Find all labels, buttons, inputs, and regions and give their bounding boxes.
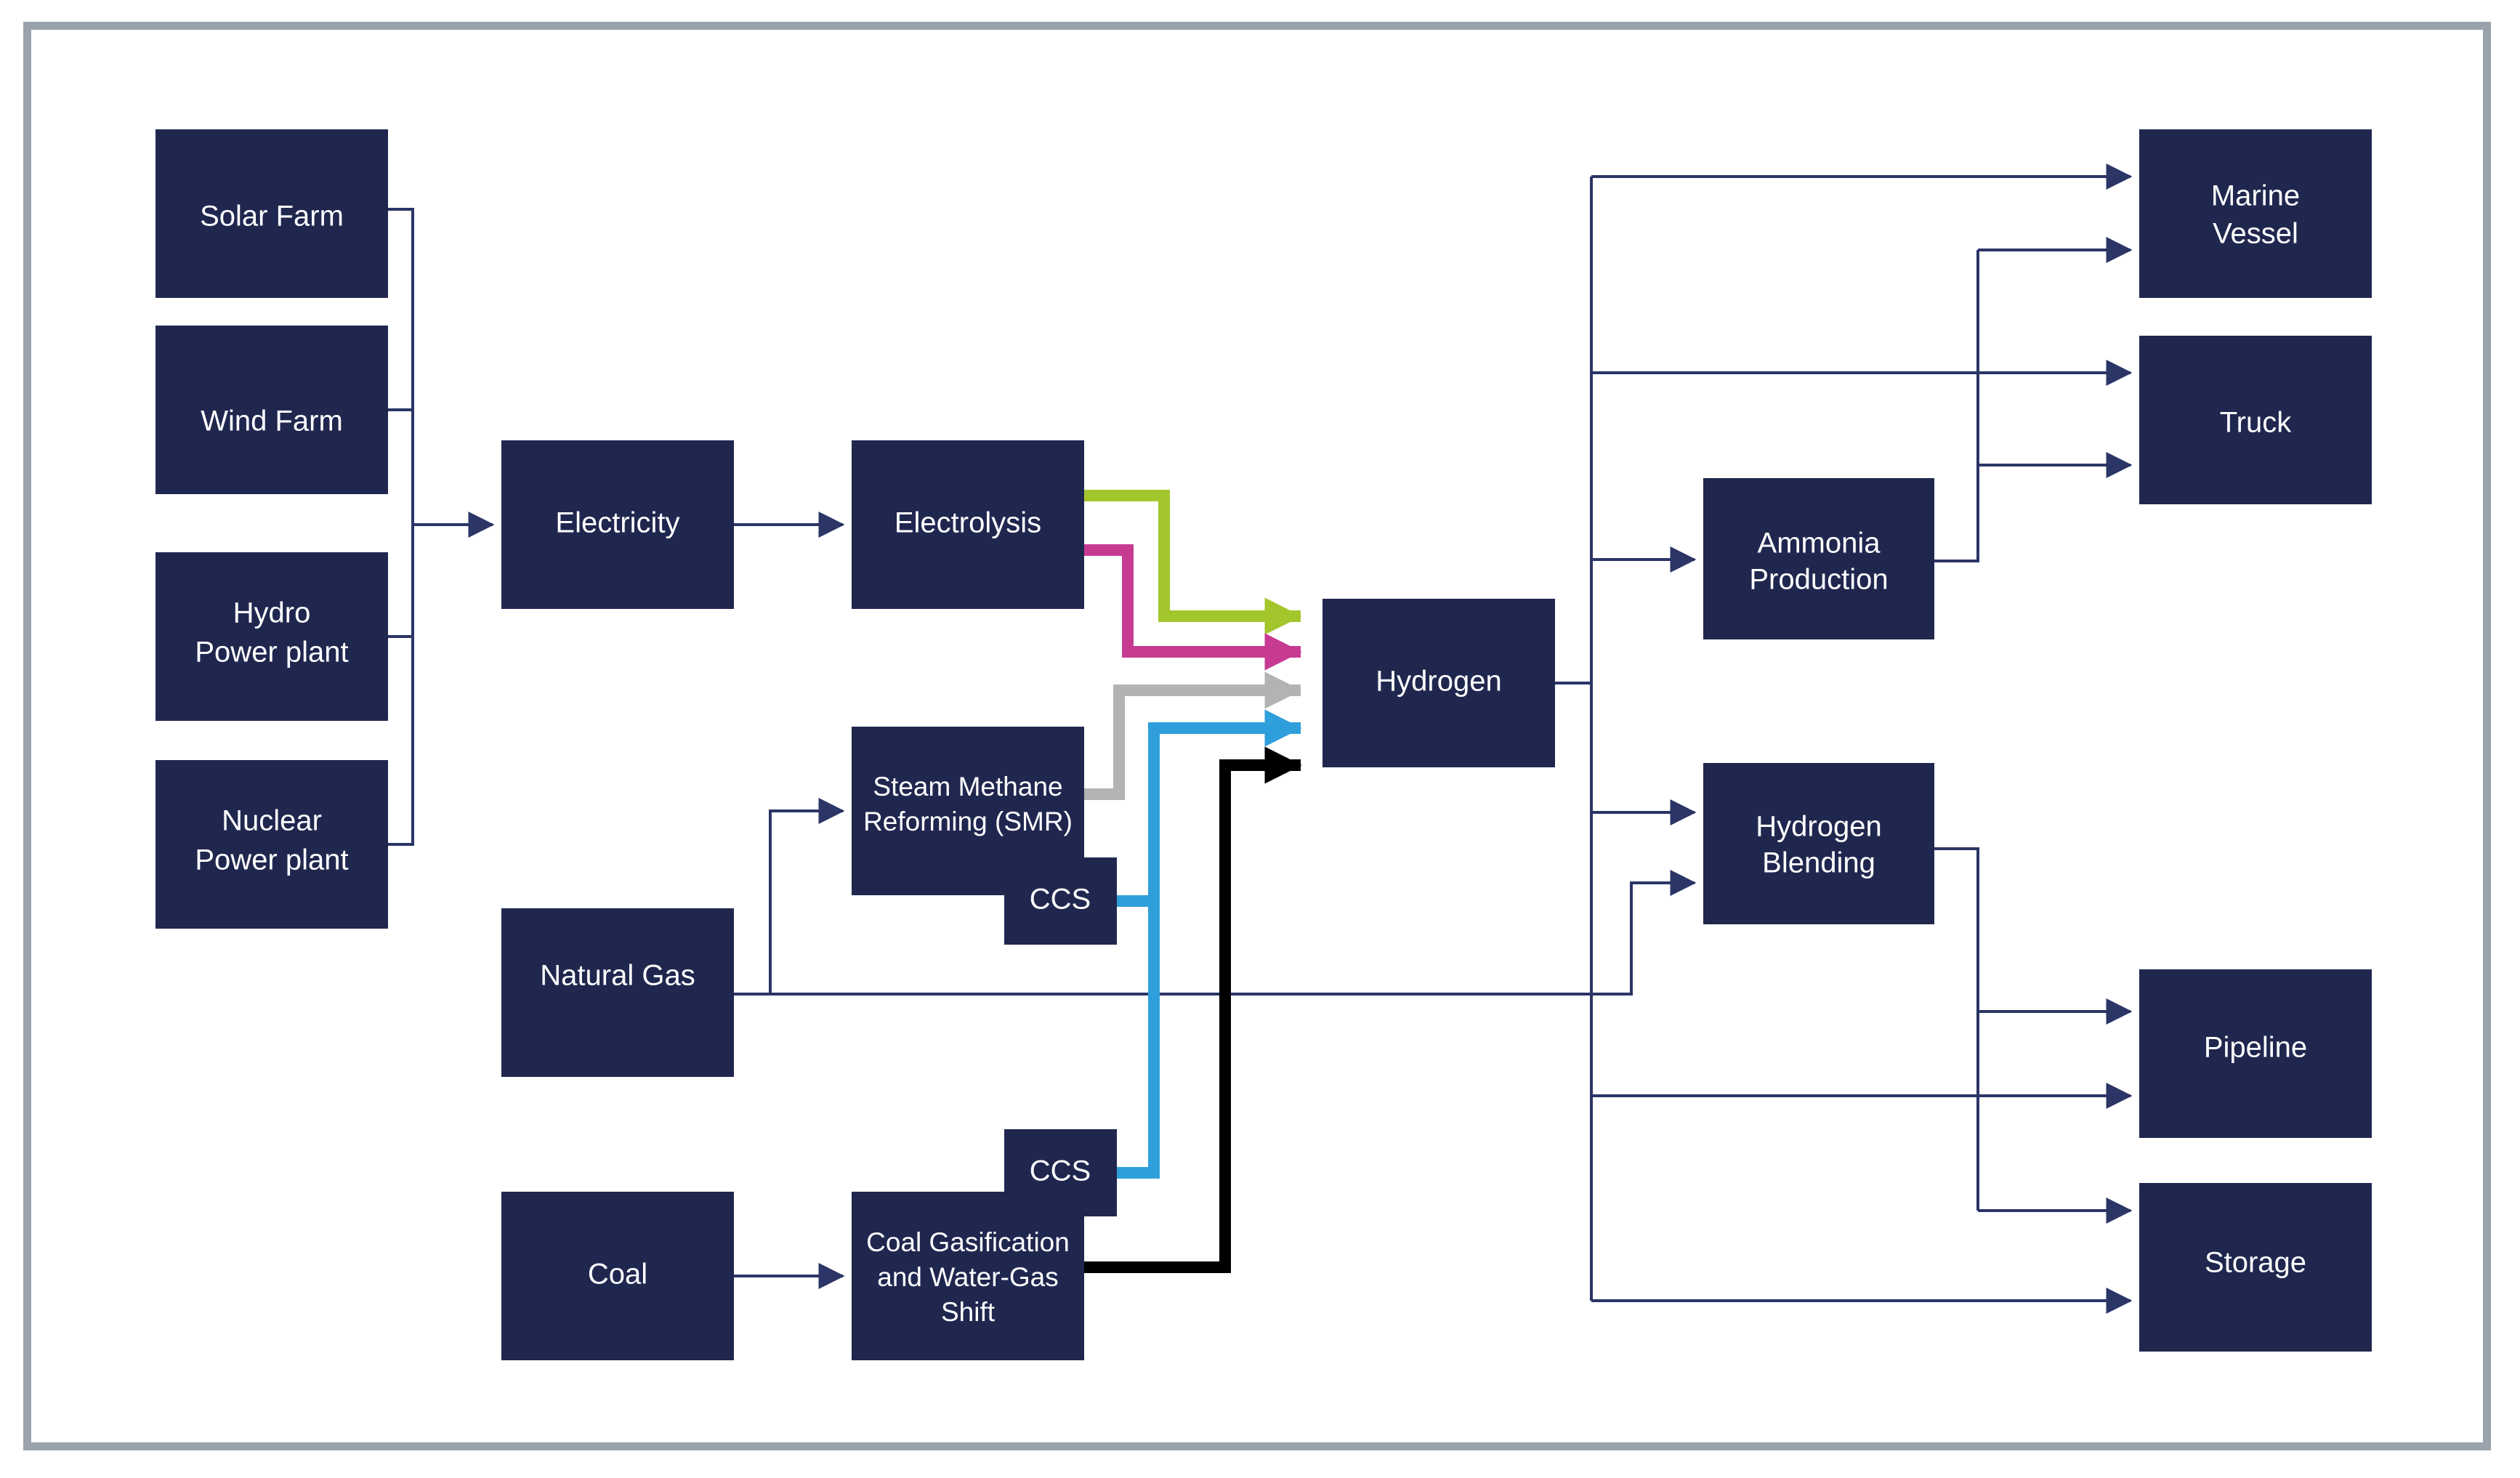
node-label-hydro-power-plant-line1: Hydro xyxy=(233,597,311,629)
edge-solar-to-electricity xyxy=(388,208,414,525)
node-label-coal-gasification-line3: Shift xyxy=(941,1297,996,1327)
node-label-storage: Storage xyxy=(2205,1247,2306,1279)
node-label-marine-vessel-line2: Vessel xyxy=(2213,218,2298,250)
node-label-nuclear-power-plant-line1: Nuclear xyxy=(222,805,322,837)
node-label-ccs-coal: CCS xyxy=(1030,1155,1091,1187)
node-label-blending-line2: Blending xyxy=(1762,847,1875,879)
node-label-electricity: Electricity xyxy=(555,507,679,539)
node-label-coal: Coal xyxy=(588,1259,647,1291)
connector-group-navy xyxy=(388,163,2133,1314)
edge-nuclear-to-electricity xyxy=(388,525,414,846)
node-label-natural-gas: Natural Gas xyxy=(540,960,695,992)
node-label-hydrogen: Hydrogen xyxy=(1376,666,1501,698)
edge-pink-hydrogen xyxy=(1084,544,1302,671)
node-pipeline[interactable]: Pipeline xyxy=(2139,969,2372,1138)
node-electricity[interactable]: Electricity xyxy=(501,440,734,609)
node-label-smr-line2: Reforming (SMR) xyxy=(863,807,1073,836)
diagram-canvas: Solar Farm Wind Farm Hydro Power plant N… xyxy=(0,0,2520,1478)
node-label-truck: Truck xyxy=(2220,407,2293,439)
node-label-pipeline: Pipeline xyxy=(2204,1032,2307,1064)
edge-naturalgas-to-smr xyxy=(734,798,845,996)
node-label-ammonia-line1: Ammonia xyxy=(1758,528,1881,560)
node-label-smr-line1: Steam Methane xyxy=(873,772,1062,801)
node-nuclear-power-plant[interactable]: Nuclear Power plant xyxy=(156,760,388,929)
flowchart-svg: Solar Farm Wind Farm Hydro Power plant N… xyxy=(156,129,2372,1360)
node-label-solar-farm: Solar Farm xyxy=(200,201,344,233)
node-ammonia-production[interactable]: Ammonia Production xyxy=(1703,478,1934,639)
node-hydrogen-blending[interactable]: Hydrogen Blending xyxy=(1703,763,1934,924)
node-ccs-smr[interactable]: CCS xyxy=(1004,857,1117,945)
edge-blue-hydrogen xyxy=(1117,709,1302,1179)
node-wind-farm[interactable]: Wind Farm xyxy=(156,326,388,494)
node-marine-vessel[interactable]: Marine Vessel xyxy=(2139,129,2372,298)
node-electrolysis[interactable]: Electrolysis xyxy=(852,440,1084,609)
node-label-ccs-smr: CCS xyxy=(1030,884,1091,916)
node-label-coal-gasification-line2: and Water-Gas xyxy=(877,1262,1059,1292)
node-coal-gasification[interactable]: Coal Gasification and Water-Gas Shift xyxy=(852,1192,1084,1360)
node-label-electrolysis: Electrolysis xyxy=(894,507,1041,539)
node-label-marine-vessel-line1: Marine xyxy=(2211,180,2300,212)
node-label-coal-gasification-line1: Coal Gasification xyxy=(866,1227,1070,1257)
node-label-blending-line1: Hydrogen xyxy=(1756,811,1881,843)
node-natural-gas[interactable]: Natural Gas xyxy=(501,908,734,1077)
edge-blending-out-bus xyxy=(1934,847,1979,1211)
node-hydro-power-plant[interactable]: Hydro Power plant xyxy=(156,552,388,721)
node-storage[interactable]: Storage xyxy=(2139,1183,2372,1352)
node-label-wind-farm: Wind Farm xyxy=(201,405,343,437)
edge-naturalgas-to-hydrogenblending xyxy=(734,870,1697,996)
node-coal[interactable]: Coal xyxy=(501,1192,734,1360)
node-label-hydro-power-plant-line2: Power plant xyxy=(195,637,348,669)
node-label-ammonia-line2: Production xyxy=(1749,564,1888,596)
edge-grey-hydrogen xyxy=(1084,671,1302,800)
edge-ammonia-out-bus xyxy=(1934,250,1979,562)
node-hydrogen[interactable]: Hydrogen xyxy=(1322,599,1555,767)
node-truck[interactable]: Truck xyxy=(2139,336,2372,504)
node-solar-farm[interactable]: Solar Farm xyxy=(156,129,388,298)
node-label-nuclear-power-plant-line2: Power plant xyxy=(195,844,348,876)
